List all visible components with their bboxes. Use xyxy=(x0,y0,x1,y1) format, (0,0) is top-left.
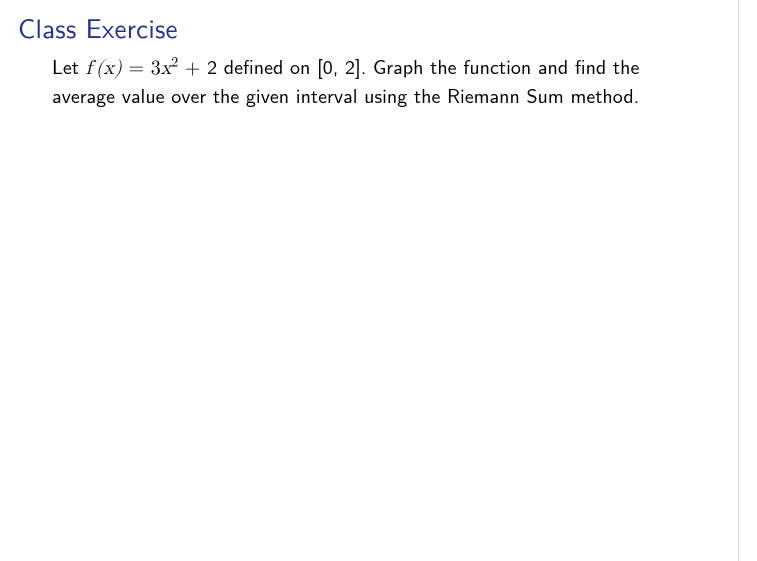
exercise-text: Let f (x) = 3x2 + 2 defined on [0, 2]. G… xyxy=(52,53,692,109)
slide: Class Exercise Let f (x) = 3x2 + 2 defin… xyxy=(0,0,757,561)
text-pre: Let xyxy=(52,52,86,81)
slide-title: Class Exercise xyxy=(18,8,739,47)
right-rule xyxy=(738,0,739,561)
math-fx: f (x) xyxy=(86,58,122,78)
math-x: x xyxy=(161,58,172,78)
math-eq: = 3 xyxy=(122,58,161,78)
